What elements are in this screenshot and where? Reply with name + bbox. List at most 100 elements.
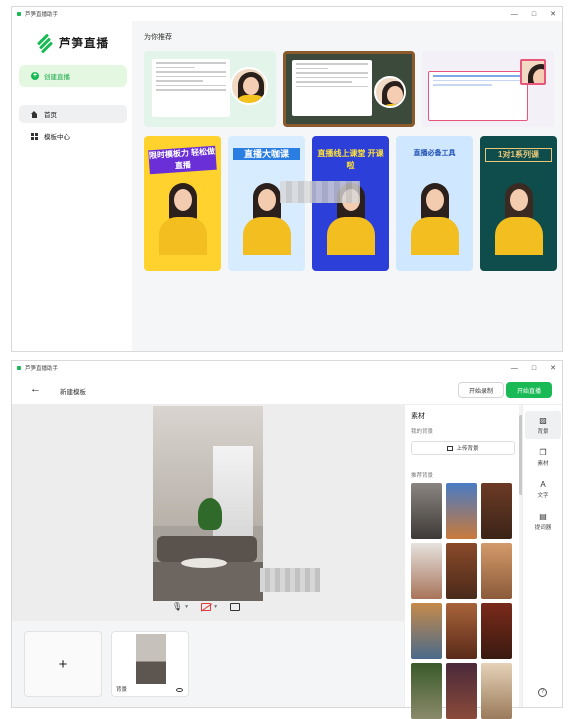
upload-background-label: 上传背景 — [456, 446, 479, 452]
sidebar-item-home[interactable]: 首页 — [19, 105, 127, 123]
microphone-toggle[interactable]: 🎙 ▼ — [172, 602, 189, 611]
title-bar: 芦笋直播助手 — □ ✕ — [12, 7, 562, 21]
upload-background-button[interactable]: 上传背景 — [411, 441, 515, 455]
section-title: 为你推荐 — [144, 34, 172, 41]
eye-icon[interactable] — [176, 688, 183, 692]
camera-toggle[interactable]: ▼ — [201, 602, 219, 611]
presenter-image — [158, 183, 207, 255]
close-icon[interactable]: ✕ — [550, 364, 556, 372]
minimize-icon[interactable]: — — [511, 365, 518, 372]
home-window: 芦笋直播助手 — □ ✕ 芦笋直播 + 创建直播 首页 模板中心 为你推荐 限时… — [11, 6, 563, 352]
card-title: 直播线上课堂 开课啦 — [317, 149, 384, 170]
scene-strip: + 背景 — [12, 621, 404, 707]
background-thumbnail[interactable] — [411, 543, 442, 599]
background-thumbnail[interactable] — [446, 603, 477, 659]
presenter-avatar — [374, 76, 406, 108]
background-thumbnail[interactable] — [446, 483, 477, 539]
background-thumbnail[interactable] — [446, 543, 477, 599]
app-icon — [17, 12, 21, 16]
app-title: 芦笋直播助手 — [25, 12, 59, 18]
presenter-avatar — [230, 67, 268, 105]
close-icon[interactable]: ✕ — [550, 10, 556, 18]
camera-off-icon — [201, 602, 212, 611]
template-card[interactable] — [422, 51, 554, 127]
tab-assets[interactable]: ❐ 素材 — [525, 443, 561, 471]
screen-share-icon — [230, 602, 241, 611]
back-arrow-icon[interactable]: ← — [30, 383, 41, 395]
background-grid — [411, 483, 512, 719]
tab-label: 文字 — [537, 492, 549, 499]
template-card[interactable] — [144, 51, 276, 127]
template-card[interactable]: 1对1系列课 — [480, 136, 557, 271]
background-thumbnail[interactable] — [481, 663, 512, 719]
chevron-down-icon: ▼ — [184, 603, 190, 610]
template-card[interactable] — [283, 51, 415, 127]
template-card[interactable]: 直播大咖课 — [228, 136, 305, 271]
editor-window: 芦笋直播助手 — □ ✕ ← 新建模板 开始录制 开始直播 🎙▼ ▼ + 背景 — [11, 360, 563, 719]
app-icon — [17, 366, 21, 370]
card-title: 直播大咖课 — [233, 148, 300, 160]
scene-label: 背景 — [116, 687, 128, 693]
template-card[interactable]: 限时模板力 轻松做直播 — [144, 136, 221, 271]
logo-icon — [36, 33, 54, 54]
scene-card[interactable]: 背景 — [111, 631, 189, 697]
help-icon[interactable]: ? — [538, 688, 547, 697]
background-thumbnail[interactable] — [411, 603, 442, 659]
background-thumbnail[interactable] — [446, 663, 477, 719]
card-title: 直播必备工具 — [413, 150, 456, 157]
title-bar: 芦笋直播助手 — □ ✕ — [12, 361, 562, 375]
scene-thumbnail — [136, 634, 166, 684]
preview-toolbar: 🎙 ▼ ▼ — [172, 602, 241, 611]
tab-background[interactable]: ▨ 背景 — [525, 411, 561, 439]
grid-icon — [31, 132, 38, 140]
sidebar: 芦笋直播 + 创建直播 首页 模板中心 — [12, 21, 132, 351]
panel-title: 素材 — [411, 413, 425, 420]
chevron-down-icon: ▼ — [213, 603, 219, 610]
asset-panel: 素材 我的背景 上传背景 推荐背景 — [404, 405, 523, 719]
minimize-icon[interactable]: — — [511, 11, 518, 18]
sidebar-item-label: 模板中心 — [44, 134, 70, 141]
blurred-overlay — [280, 181, 360, 203]
home-icon — [31, 110, 38, 118]
logo-text: 芦笋直播 — [59, 38, 109, 50]
background-thumbnail[interactable] — [481, 543, 512, 599]
add-scene-button[interactable]: + — [24, 631, 102, 697]
live-canvas[interactable] — [153, 406, 263, 601]
editor-header: ← 新建模板 开始录制 开始直播 — [12, 375, 562, 405]
start-record-button[interactable]: 开始录制 — [458, 382, 504, 398]
text-icon: A — [540, 479, 546, 489]
maximize-icon[interactable]: □ — [532, 11, 536, 18]
background-thumbnail[interactable] — [411, 483, 442, 539]
card-title: 1对1系列课 — [485, 148, 552, 162]
tab-label: 提词器 — [534, 524, 552, 531]
start-live-button[interactable]: 开始直播 — [506, 382, 552, 398]
app-title: 芦笋直播助手 — [25, 366, 59, 372]
tab-text[interactable]: A 文字 — [525, 475, 561, 503]
plus-icon: + — [58, 655, 68, 673]
plus-icon: + — [31, 72, 39, 80]
screen-share-toggle[interactable] — [230, 602, 241, 611]
background-thumbnail[interactable] — [481, 603, 512, 659]
maximize-icon[interactable]: □ — [532, 365, 536, 372]
create-live-label: 创建直播 — [44, 74, 70, 81]
template-card[interactable]: 直播线上课堂 开课啦 — [312, 136, 389, 271]
logo: 芦笋直播 — [36, 33, 109, 54]
sidebar-item-label: 首页 — [44, 112, 57, 119]
template-card[interactable]: 直播必备工具 — [396, 136, 473, 271]
background-thumbnail[interactable] — [481, 483, 512, 539]
main-content: 为你推荐 限时模板力 轻松做直播 直播大咖课 直播线上课堂 开课啦 直播必备工具… — [132, 21, 562, 351]
background-thumbnail[interactable] — [411, 663, 442, 719]
microphone-icon: 🎙 — [172, 602, 183, 611]
presenter-avatar — [520, 59, 546, 85]
recommended-backgrounds-label: 推荐背景 — [411, 473, 434, 479]
tool-tabbar: ▨ 背景 ❐ 素材 A 文字 ▤ 提词器 ? — [522, 405, 562, 707]
tab-label: 背景 — [537, 428, 549, 435]
slide-preview — [428, 71, 528, 121]
presenter-image — [410, 183, 459, 255]
my-backgrounds-label: 我的背景 — [411, 429, 434, 435]
create-live-button[interactable]: + 创建直播 — [19, 65, 127, 87]
preview-area: 🎙 ▼ ▼ — [12, 405, 404, 621]
sidebar-item-templates[interactable]: 模板中心 — [19, 127, 127, 145]
tab-label: 素材 — [537, 460, 549, 467]
tab-prompter[interactable]: ▤ 提词器 — [525, 507, 561, 535]
